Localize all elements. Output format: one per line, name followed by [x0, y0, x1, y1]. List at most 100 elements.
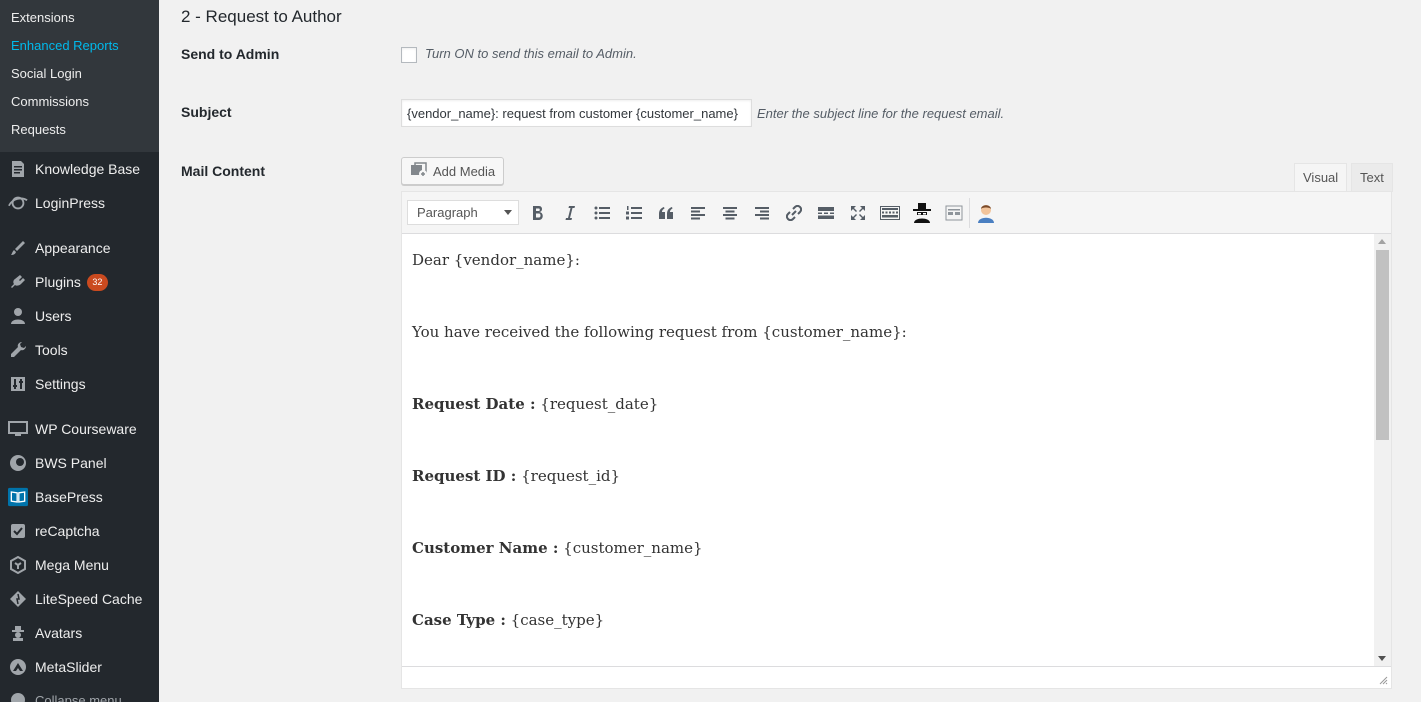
loginpress-icon [8, 193, 28, 213]
field-value: {request_id} [521, 467, 621, 485]
tab-visual[interactable]: Visual [1294, 163, 1348, 192]
add-media-button[interactable]: Add Media [401, 157, 504, 185]
sidebar-item-appearance[interactable]: Appearance [0, 231, 159, 265]
editor-scrollbar[interactable] [1374, 234, 1391, 666]
submenu-item-extensions[interactable]: Extensions [0, 6, 159, 34]
avatar-shortcode-icon[interactable] [974, 201, 998, 225]
bullet-list-icon[interactable] [590, 201, 614, 225]
field-label: Request Date : [412, 395, 536, 413]
editor-statusbar [402, 666, 1391, 688]
align-left-icon[interactable] [686, 201, 710, 225]
field-label: Customer Name : [412, 539, 559, 557]
submenu-item-commissions[interactable]: Commissions [0, 90, 159, 118]
case-type-line: Case Type : {case_type} [412, 608, 1365, 632]
submenu-item-social-login[interactable]: Social Login [0, 62, 159, 90]
italic-icon[interactable] [558, 201, 582, 225]
mail-content-editor: Paragraph Dear {vendor_name}: You have r… [401, 191, 1392, 689]
subject-description: Enter the subject line for the request e… [757, 106, 1005, 121]
sidebar-item-label: MetaSlider [35, 659, 102, 675]
sidebar-item-label: BWS Panel [35, 455, 107, 471]
link-icon[interactable] [782, 201, 806, 225]
sidebar-item-label: Plugins [35, 274, 81, 290]
sidebar-item-label: Tools [35, 342, 68, 358]
align-right-icon[interactable] [750, 201, 774, 225]
sidebar-item-loginpress[interactable]: LoginPress [0, 186, 159, 220]
sidebar-item-label: LoginPress [35, 195, 106, 211]
sidebar-item-wp-courseware[interactable]: WP Courseware [0, 412, 159, 446]
sidebar-item-label: Avatars [35, 625, 83, 641]
sidebar-item-recaptcha[interactable]: reCaptcha [0, 514, 159, 548]
book-icon [8, 487, 28, 507]
collapse-icon [8, 690, 28, 702]
fullscreen-icon[interactable] [846, 201, 870, 225]
field-value: {case_type} [510, 611, 605, 629]
submenu-item-enhanced-reports[interactable]: Enhanced Reports [0, 34, 159, 62]
monitor-icon [8, 419, 28, 439]
field-value: {request_date} [540, 395, 659, 413]
numbered-list-icon[interactable] [622, 201, 646, 225]
sidebar-item-bws-panel[interactable]: BWS Panel [0, 446, 159, 480]
metaslider-icon [8, 657, 28, 677]
scroll-thumb[interactable] [1376, 250, 1389, 440]
format-select[interactable]: Paragraph [407, 200, 519, 225]
resize-handle-icon[interactable] [1379, 676, 1388, 685]
intro-line: You have received the following request … [412, 323, 907, 341]
sidebar-item-avatars[interactable]: Avatars [0, 616, 159, 650]
format-select-value: Paragraph [417, 205, 478, 220]
sidebar-item-label: Users [35, 308, 72, 324]
sidebar-item-label: Knowledge Base [35, 161, 141, 177]
bold-icon[interactable] [526, 201, 550, 225]
sidebar-item-knowledge-base[interactable]: Knowledge Base [0, 152, 159, 186]
subject-input[interactable] [401, 99, 752, 127]
sidebar-item-metaslider[interactable]: MetaSlider [0, 650, 159, 684]
sidebar-item-label: BasePress [35, 489, 103, 505]
field-value: {customer_name} [563, 539, 703, 557]
plugins-update-badge: 32 [86, 273, 108, 291]
add-media-label: Add Media [433, 163, 496, 179]
submenu-item-requests[interactable]: Requests [0, 118, 159, 146]
sidebar-item-litespeed-cache[interactable]: LiteSpeed Cache [0, 582, 159, 616]
subject-label: Subject [181, 104, 232, 120]
shortcode-icon[interactable] [942, 201, 966, 225]
sidebar-item-label: LiteSpeed Cache [35, 591, 143, 607]
tab-text[interactable]: Text [1351, 163, 1393, 192]
bws-icon [8, 453, 28, 473]
field-label: Request ID : [412, 467, 517, 485]
megamenu-icon [8, 555, 28, 575]
collapse-menu-button[interactable]: Collapse menu [8, 690, 122, 702]
send-to-admin-checkbox[interactable] [401, 47, 417, 63]
sidebar-item-mega-menu[interactable]: Mega Menu [0, 548, 159, 582]
editor-toolbar: Paragraph [402, 192, 1391, 234]
sidebar-item-tools[interactable]: Tools [0, 333, 159, 367]
add-media-icon [410, 161, 428, 181]
paintbrush-icon [8, 238, 28, 258]
sidebar-item-label: Settings [35, 376, 86, 392]
send-to-admin-label: Send to Admin [181, 46, 280, 62]
greeting-line: Dear {vendor_name}: [412, 251, 580, 269]
section-title: 2 - Request to Author [181, 7, 342, 26]
align-center-icon[interactable] [718, 201, 742, 225]
mail-content-label: Mail Content [181, 163, 265, 179]
settings-icon [8, 374, 28, 394]
sidebar-item-label: Mega Menu [35, 557, 109, 573]
spy-icon[interactable] [910, 201, 934, 225]
document-icon [8, 159, 28, 179]
customer-name-line: Customer Name : {customer_name} [412, 536, 1365, 560]
sidebar-submenu: Extensions Enhanced Reports Social Login… [0, 0, 159, 152]
toolbar-toggle-icon[interactable] [878, 201, 902, 225]
send-to-admin-description: Turn ON to send this email to Admin. [425, 46, 637, 61]
read-more-icon[interactable] [814, 201, 838, 225]
sidebar-item-settings[interactable]: Settings [0, 367, 159, 401]
sidebar-item-users[interactable]: Users [0, 299, 159, 333]
sidebar-item-label: reCaptcha [35, 523, 100, 539]
scroll-up-icon[interactable] [1378, 239, 1386, 244]
scroll-down-icon[interactable] [1378, 656, 1386, 661]
blockquote-icon[interactable] [654, 201, 678, 225]
sidebar-item-label: WP Courseware [35, 421, 137, 437]
chevron-down-icon [504, 210, 512, 215]
wrench-icon [8, 340, 28, 360]
sidebar-item-basepress[interactable]: BasePress [0, 480, 159, 514]
sidebar-item-plugins[interactable]: Plugins 32 [0, 265, 159, 299]
diamond-icon [8, 589, 28, 609]
editor-content-area[interactable]: Dear {vendor_name}: You have received th… [402, 234, 1375, 666]
